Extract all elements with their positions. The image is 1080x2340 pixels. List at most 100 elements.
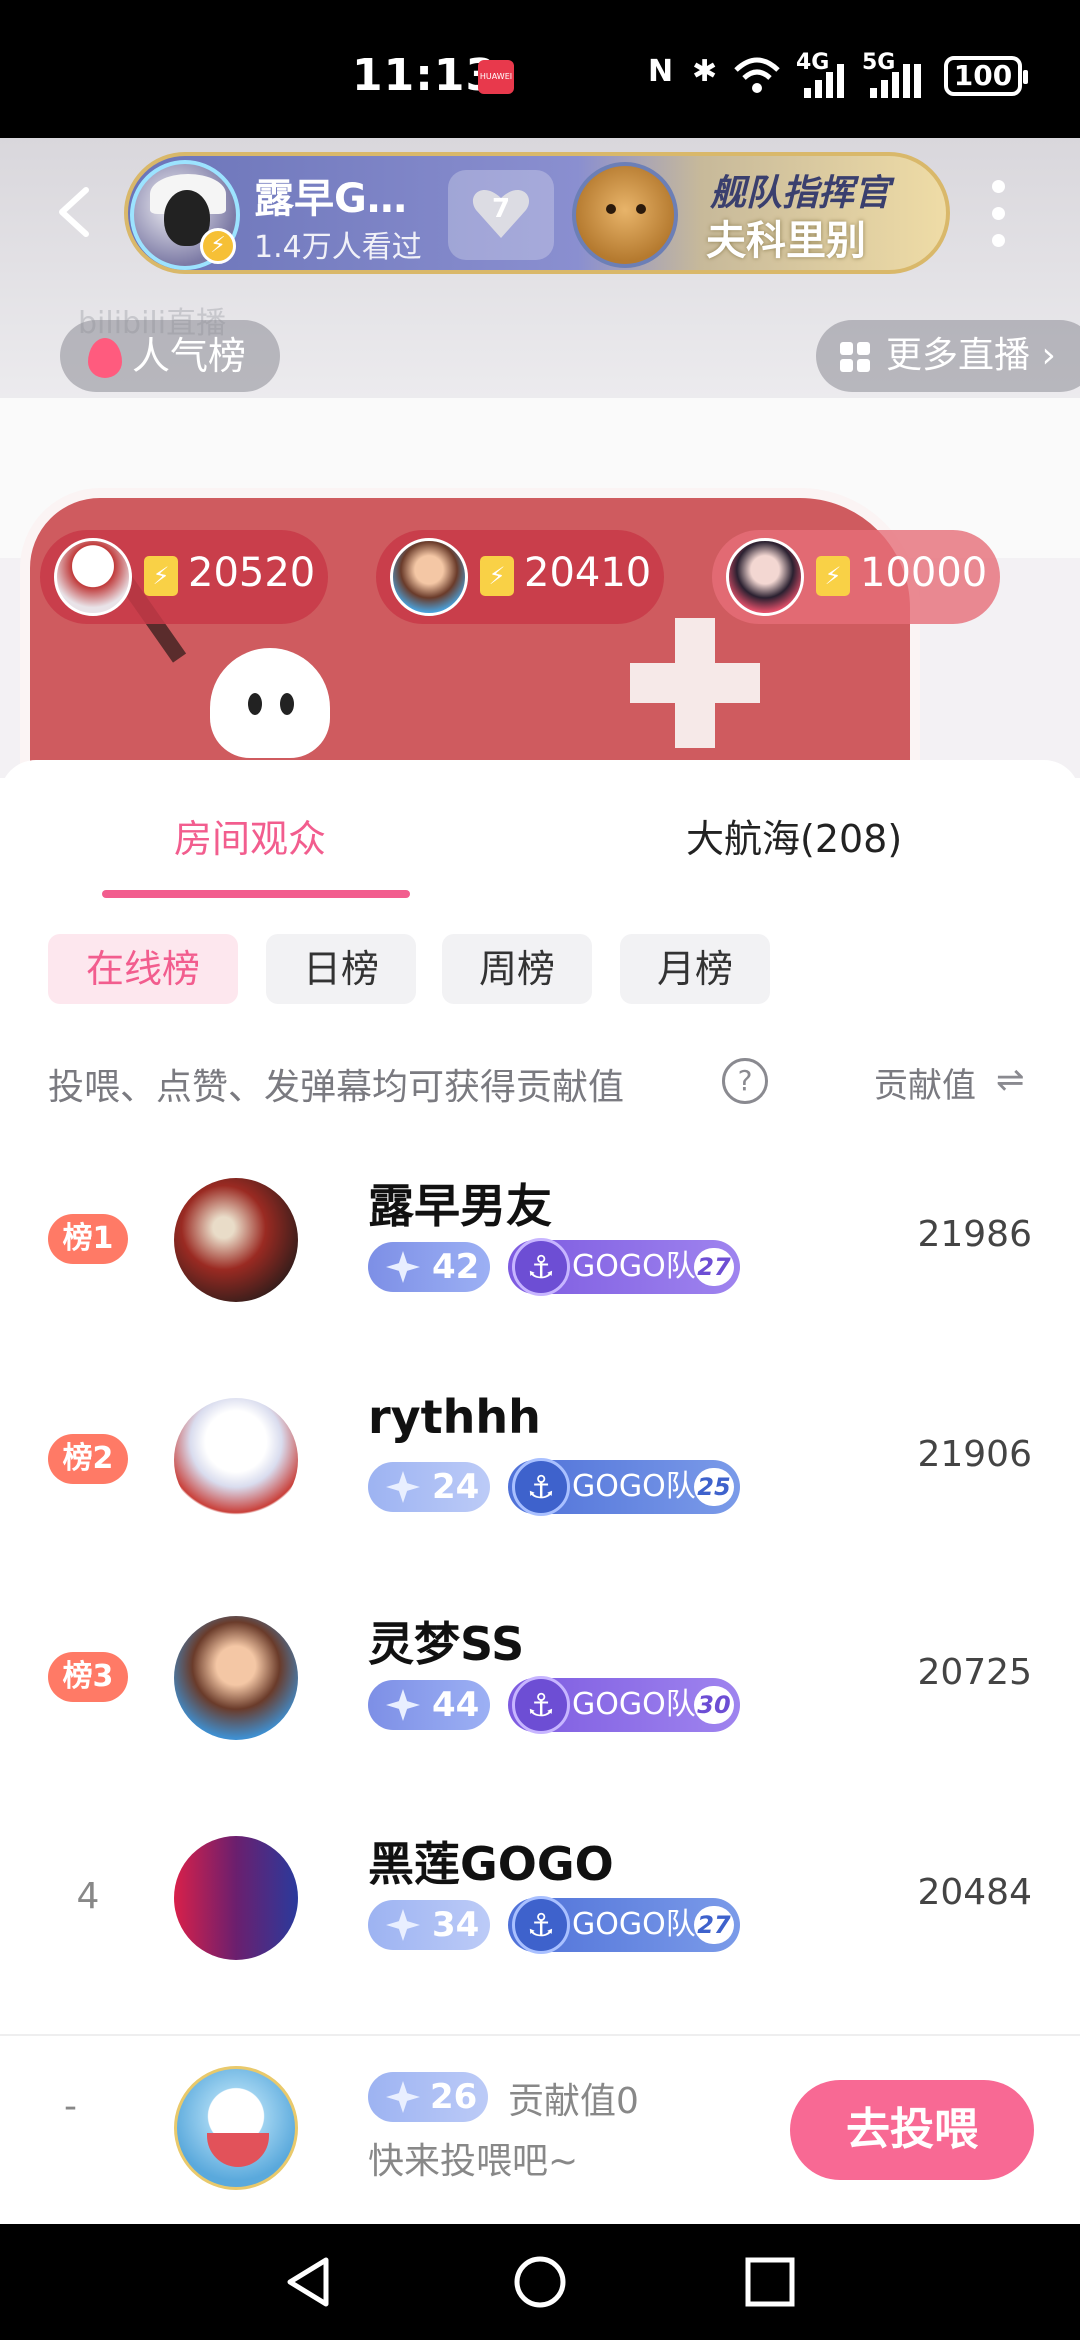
level-star-icon [386, 1689, 420, 1721]
level-star-icon [386, 1471, 420, 1503]
user-name: 黑莲GOGO [368, 1837, 614, 1891]
anchor-name: 露早G… [254, 176, 407, 222]
chevron-right-icon: › [1041, 335, 1056, 376]
fan-medal-label: GOGO队 [572, 1687, 696, 1722]
my-level: 26 [430, 2077, 478, 2117]
battery-bolt-icon: ⚡ [480, 556, 514, 596]
user-name: 灵梦SS [368, 1617, 525, 1671]
fan-medal-level: 30 [694, 1686, 734, 1724]
fan-medal: ⚓ GOGO队 27 [508, 1896, 740, 1954]
level-star-icon [386, 2081, 420, 2113]
battery-bolt-icon: ⚡ [816, 556, 850, 596]
more-options-icon[interactable] [988, 180, 1008, 250]
rank-number: 4 [76, 1876, 100, 1917]
user-level-badge: 42 [368, 1242, 490, 1292]
feed-button[interactable]: 去投喂 [790, 2080, 1034, 2180]
filter-monthly[interactable]: 月榜 [620, 934, 770, 1004]
huawei-icon: HUAWEI [478, 60, 514, 94]
user-name: 露早男友 [368, 1179, 552, 1233]
more-live-button[interactable]: 更多直播 › [816, 320, 1080, 392]
list-item[interactable]: 4 黑莲GOGO 34 ⚓ GOGO队 27 20484 [0, 1780, 1080, 2000]
list-item[interactable]: 榜1 露早男友 42 ⚓ GOGO队 27 21986 [0, 1122, 1080, 1342]
contribution-score: 20484 [917, 1872, 1032, 1913]
my-subtitle: 快来投喂吧~ [368, 2141, 579, 2182]
signal-icon-2 [870, 64, 921, 98]
list-item[interactable]: 榜2 rythhh 24 ⚓ GOGO队 25 21906 [0, 1342, 1080, 1562]
nfc-icon: N [648, 54, 674, 89]
contribution-score: 20725 [917, 1652, 1032, 1693]
user-level-badge: 24 [368, 1462, 490, 1512]
anchor-icon: ⚓ [512, 1896, 570, 1954]
back-button[interactable] [52, 186, 96, 238]
contribution-hint: 投喂、点赞、发弹幕均可获得贡献值 [48, 1067, 625, 1108]
fan-medal: ⚓ GOGO队 27 [508, 1238, 740, 1296]
status-time: 11:13 [352, 50, 498, 101]
fan-medal-level: 27 [694, 1906, 734, 1944]
popularity-rank-label: 人气榜 [132, 334, 247, 378]
user-name: rythhh [368, 1390, 541, 1444]
wifi-icon [734, 57, 780, 93]
chevron-left-icon [59, 187, 89, 237]
viewer-count: 1.4万人看过 [254, 230, 422, 265]
system-nav-bar [0, 2224, 1080, 2340]
avatar[interactable] [174, 1616, 298, 1740]
avatar[interactable] [174, 1836, 298, 1960]
popularity-rank-button[interactable]: 人气榜 [60, 320, 280, 392]
user-level: 24 [432, 1467, 480, 1507]
chip-value: 10000 [860, 550, 988, 596]
audience-sheet: 房间观众 大航海(208) 在线榜 日榜 周榜 月榜 投喂、点赞、发弹幕均可获得… [0, 760, 1080, 2224]
nav-back-icon[interactable] [282, 2254, 338, 2310]
sort-toggle-icon[interactable]: ⇌ [996, 1060, 1025, 1100]
tab-indicator [102, 890, 410, 898]
more-live-label: 更多直播 [886, 335, 1031, 376]
fan-medal-label: GOGO队 [572, 1907, 696, 1942]
fan-medal-level: 27 [694, 1248, 734, 1286]
anchor-icon: ⚓ [512, 1238, 570, 1296]
help-icon[interactable]: ? [722, 1058, 768, 1104]
heart-count: 7 [491, 194, 511, 224]
list-item[interactable]: 榜3 灵梦SS 44 ⚓ GOGO队 30 20725 [0, 1560, 1080, 1780]
filter-daily[interactable]: 日榜 [266, 934, 416, 1004]
top-contributor-chip-3[interactable]: ⚡ 10000 [712, 530, 1000, 624]
contribution-score: 21986 [917, 1214, 1032, 1255]
avatar[interactable] [174, 1178, 298, 1302]
user-level-badge: 44 [368, 1680, 490, 1730]
chip-avatar [390, 538, 468, 616]
my-rank: - [64, 2086, 77, 2127]
filter-online[interactable]: 在线榜 [48, 934, 238, 1004]
sort-label[interactable]: 贡献值 [874, 1058, 976, 1107]
rank-badge: 榜2 [48, 1434, 128, 1484]
my-rank-bar: - 26 贡献值0 快来投喂吧~ 去投喂 [0, 2034, 1080, 2224]
fire-icon [88, 338, 122, 378]
chip-avatar [54, 538, 132, 616]
tab-fleet[interactable]: 大航海(208) [686, 808, 902, 863]
avatar[interactable] [174, 1398, 298, 1522]
bluetooth-icon: ✱ [692, 54, 718, 89]
signal-icon-1 [804, 64, 844, 98]
level-star-icon [386, 1909, 420, 1941]
chip-value: 20520 [188, 550, 316, 596]
ghost-icon [210, 648, 330, 758]
my-level-badge: 26 [368, 2072, 488, 2122]
rank-badge: 榜1 [48, 1214, 128, 1264]
captain-avatar[interactable] [572, 162, 678, 268]
grid-icon [840, 342, 870, 372]
contribution-score: 21906 [917, 1434, 1032, 1475]
user-level: 44 [432, 1685, 480, 1725]
battery-bolt-icon: ⚡ [144, 556, 178, 596]
nav-home-icon[interactable] [512, 2254, 568, 2310]
fan-medal-label: GOGO队 [572, 1469, 696, 1504]
cross-icon [630, 618, 760, 748]
captain-name: 夫科里别 [706, 218, 866, 264]
user-level: 34 [432, 1905, 480, 1945]
fan-medal-heart[interactable]: 7 [448, 170, 554, 260]
nav-recents-icon[interactable] [742, 2254, 798, 2310]
filter-weekly[interactable]: 周榜 [442, 934, 592, 1004]
fan-medal-level: 25 [694, 1468, 734, 1506]
chip-value: 20410 [524, 550, 652, 596]
chip-avatar [726, 538, 804, 616]
top-contributor-chip-1[interactable]: ⚡ 20520 [40, 530, 328, 624]
top-contributor-chip-2[interactable]: ⚡ 20410 [376, 530, 664, 624]
my-avatar[interactable] [174, 2066, 298, 2190]
tab-audience[interactable]: 房间观众 [174, 808, 326, 863]
